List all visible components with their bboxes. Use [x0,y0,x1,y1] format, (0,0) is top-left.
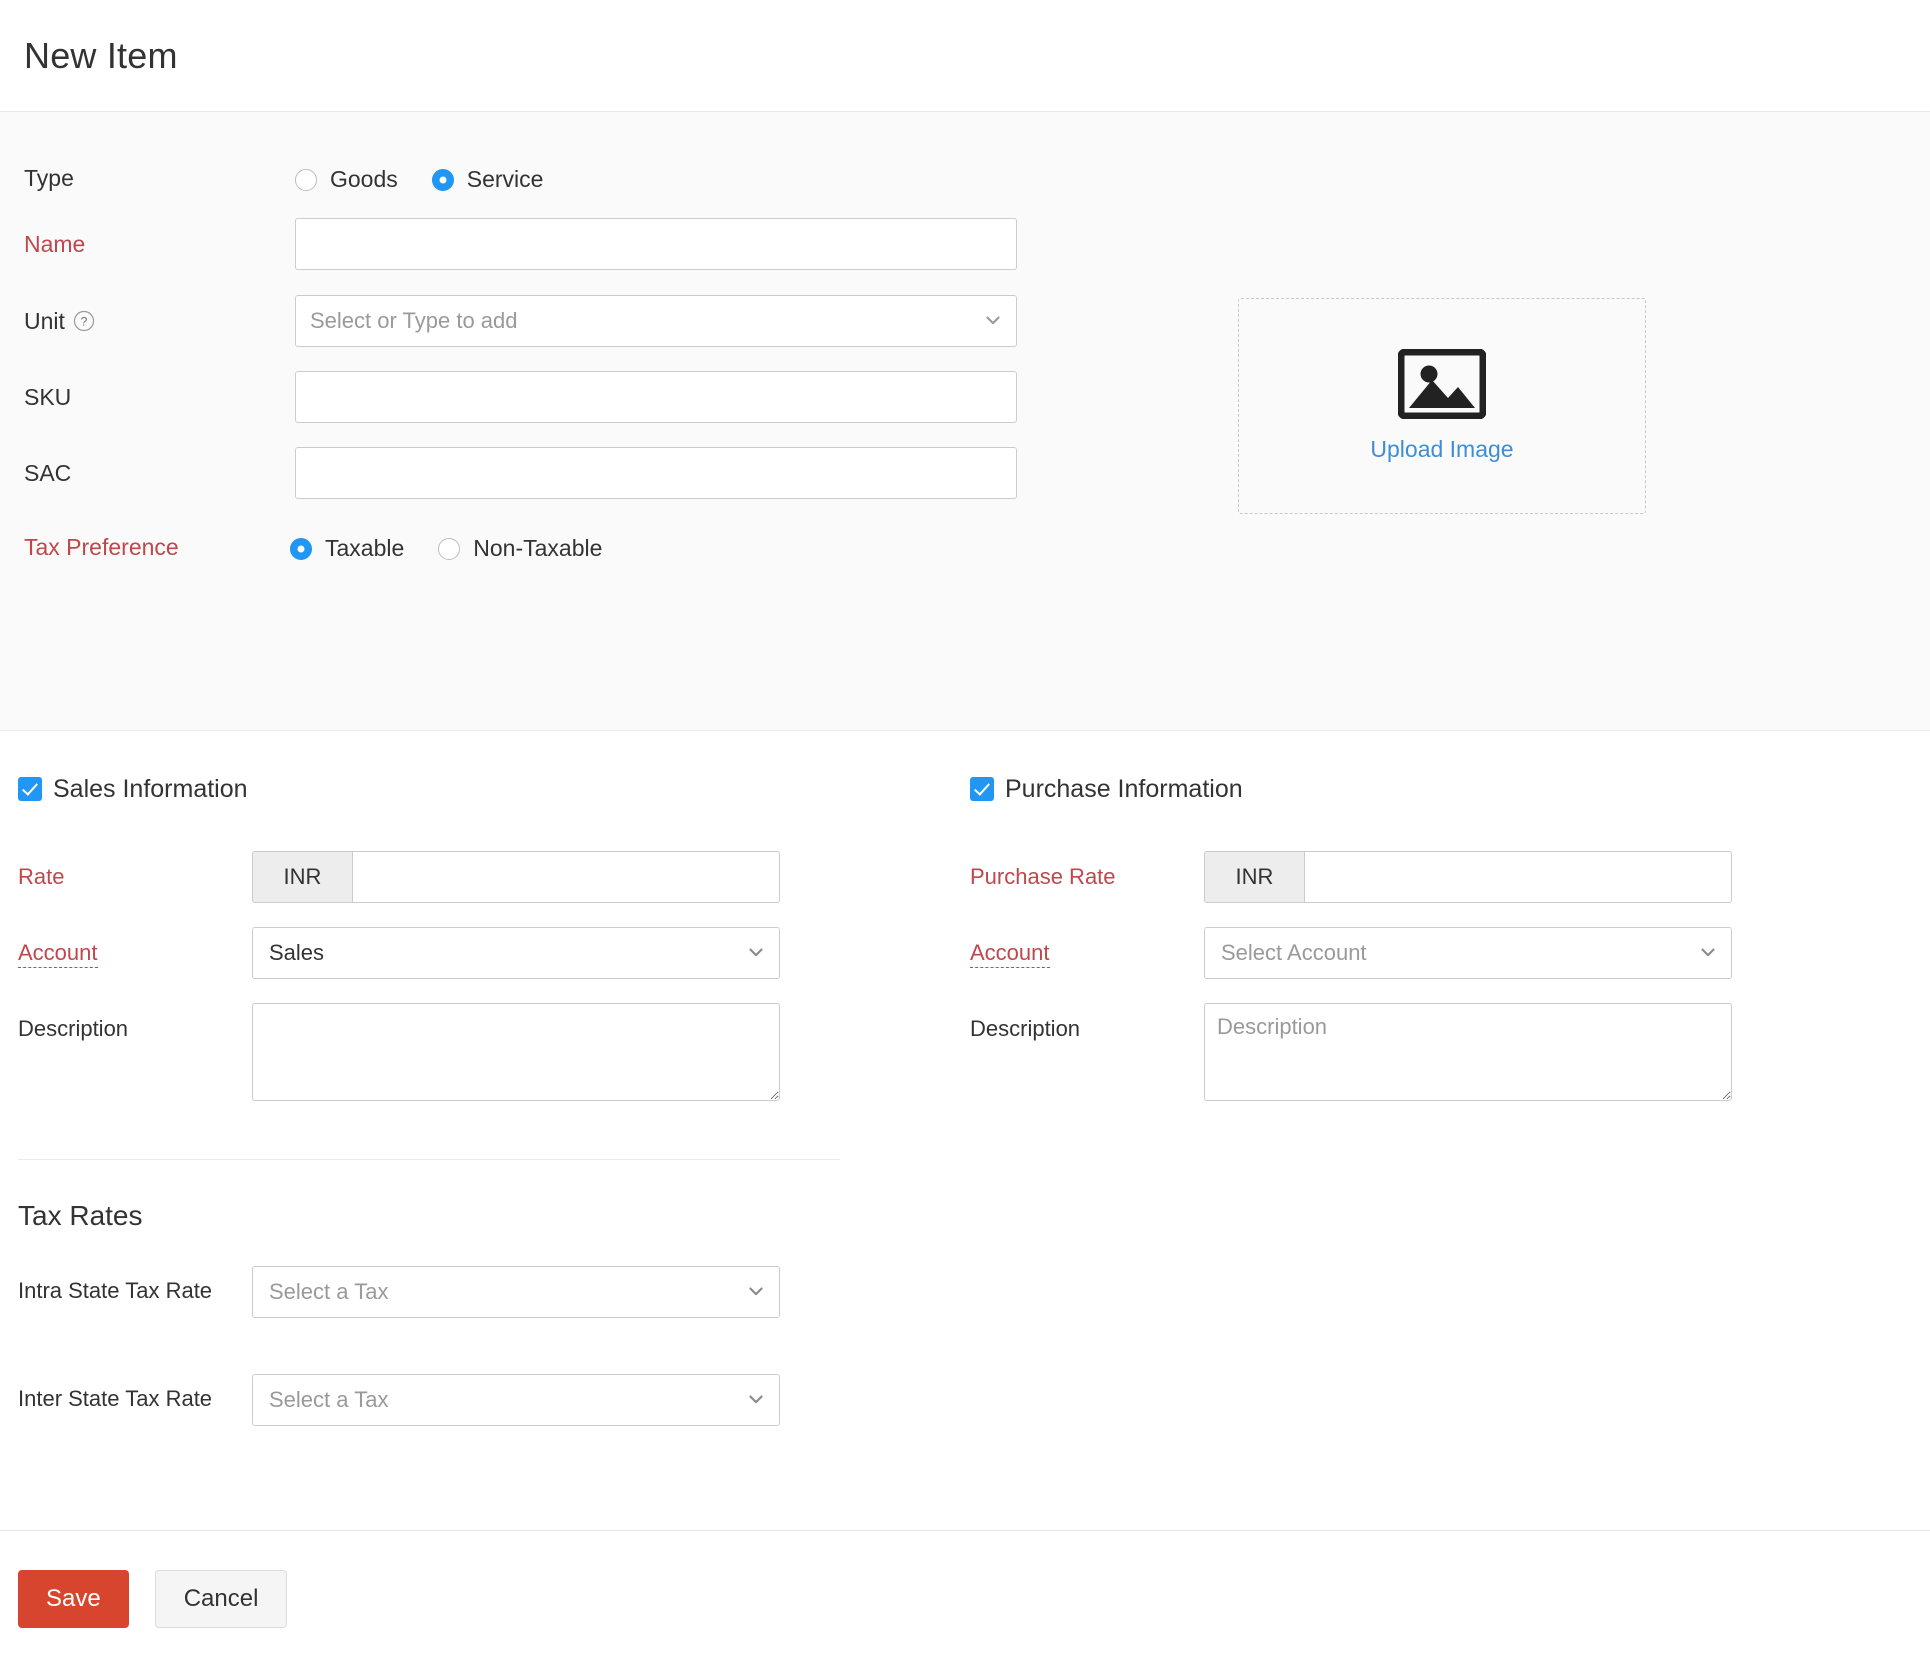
purchase-rate-input[interactable] [1304,851,1732,903]
purchase-information-title: Purchase Information [1005,774,1243,803]
chevron-down-icon [1699,943,1717,961]
field-row-purchase-description: Description [952,1003,1912,1101]
intra-state-tax-rate-value: Select a Tax [269,1279,389,1304]
purchase-account-select[interactable]: Select Account [1204,927,1732,979]
intra-state-tax-rate-select[interactable]: Select a Tax [252,1266,780,1318]
tax-preference-label: Tax Preference [24,534,179,560]
sac-label: SAC [24,460,72,486]
form-footer: Save Cancel [0,1530,1930,1666]
sales-account-label: Account [18,940,98,968]
new-item-page: New Item Type Goods Service Name Unit ? … [0,0,1930,1666]
tax-rates-title: Tax Rates [18,1200,143,1231]
sac-input[interactable] [295,447,1017,499]
sales-rate-input[interactable] [352,851,780,903]
purchase-rate-field: INR [1204,851,1732,903]
sales-information-title: Sales Information [53,774,248,803]
purchase-information-checkbox[interactable] [970,777,994,801]
chevron-down-icon [747,943,765,961]
cancel-button[interactable]: Cancel [154,1569,288,1628]
field-row-purchase-account: Account Select Account [952,927,1912,979]
unit-label: Unit [24,308,65,334]
field-row-sales-rate: Rate INR [0,851,960,903]
sales-rate-currency: INR [252,851,352,903]
field-row-name: Name [0,218,1017,270]
upload-image-dropzone[interactable]: Upload Image [1238,298,1646,514]
field-row-purchase-rate: Purchase Rate INR [952,851,1912,903]
sku-label: SKU [24,384,72,410]
tax-preference-radio-group: Taxable Non-Taxable [290,533,602,562]
field-row-unit: Unit? Select or Type to add [0,295,1017,347]
sales-purchase-area: Sales Information Rate INR Account Sales [0,731,1930,1521]
intra-state-tax-rate-label: Intra State Tax Rate [18,1278,213,1303]
upload-image-label: Upload Image [1370,436,1514,462]
unit-select[interactable]: Select or Type to add [295,295,1017,347]
tax-preference-option-taxable-label: Taxable [325,535,405,561]
save-button[interactable]: Save [18,1569,129,1628]
chevron-down-icon [747,1390,765,1408]
field-row-sku: SKU [0,371,1017,423]
type-option-goods[interactable]: Goods [295,166,398,193]
sales-rate-label: Rate [18,864,65,889]
image-placeholder-icon [1397,348,1487,420]
item-basic-details-panel: Type Goods Service Name Unit? Select or … [0,112,1930,731]
inter-state-tax-rate-label: Inter State Tax Rate [18,1386,213,1411]
sales-information-checkbox[interactable] [18,777,42,801]
sales-information-column: Sales Information Rate INR Account Sales [0,731,960,1426]
name-input[interactable] [295,218,1017,270]
purchase-description-textarea[interactable] [1204,1003,1732,1101]
purchase-account-label: Account [970,940,1050,968]
type-option-goods-label: Goods [330,166,398,192]
svg-text:?: ? [81,315,88,329]
field-row-type: Type Goods Service [0,164,543,193]
unit-label-wrap: Unit? [0,295,295,335]
sales-information-header: Sales Information [0,769,960,809]
page-title: New Item [24,34,178,76]
sales-account-label-wrap: Account [0,927,252,968]
sales-account-select[interactable]: Sales [252,927,780,979]
sku-input[interactable] [295,371,1017,423]
type-option-service-label: Service [466,166,544,192]
purchase-description-label: Description [970,1016,1081,1041]
radio-service[interactable] [431,168,454,191]
question-mark-circle-icon[interactable]: ? [73,310,95,332]
type-radio-group: Goods Service [295,164,543,193]
tax-rates-divider [18,1159,840,1160]
type-option-service[interactable]: Service [431,166,544,193]
chevron-down-icon [984,311,1002,329]
field-row-sac: SAC [0,447,1017,499]
purchase-information-column: Purchase Information Purchase Rate INR A… [952,731,1912,1101]
purchase-information-header: Purchase Information [952,769,1912,809]
inter-state-tax-rate-select[interactable]: Select a Tax [252,1374,780,1426]
purchase-account-label-wrap: Account [952,927,1204,968]
field-row-inter-state-tax-rate: Inter State Tax Rate Select a Tax [0,1374,960,1426]
field-row-intra-state-tax-rate: Intra State Tax Rate Select a Tax [0,1266,960,1318]
chevron-down-icon [747,1282,765,1300]
tax-preference-option-non-taxable-label: Non-Taxable [473,535,603,561]
radio-non-taxable[interactable] [438,537,461,560]
sales-description-textarea[interactable] [252,1003,780,1101]
radio-taxable[interactable] [290,537,312,560]
inter-state-tax-rate-value: Select a Tax [269,1387,389,1412]
radio-goods[interactable] [295,168,317,191]
tax-preference-option-non-taxable[interactable]: Non-Taxable [438,535,602,562]
purchase-rate-label: Purchase Rate [970,864,1116,889]
field-row-tax-preference: Tax Preference Taxable Non-Taxable [0,533,602,562]
page-header: New Item [0,0,1930,112]
tax-preference-option-taxable[interactable]: Taxable [290,535,404,562]
sales-account-value: Sales [269,940,325,965]
field-row-sales-account: Account Sales [0,927,960,979]
name-label: Name [24,231,86,257]
unit-select-value: Select or Type to add [310,308,518,333]
sales-description-label: Description [18,1016,129,1041]
sales-rate-field: INR [252,851,780,903]
purchase-rate-currency: INR [1204,851,1304,903]
field-row-sales-description: Description [0,1003,960,1101]
purchase-account-value: Select Account [1221,940,1367,965]
type-label: Type [24,165,74,191]
